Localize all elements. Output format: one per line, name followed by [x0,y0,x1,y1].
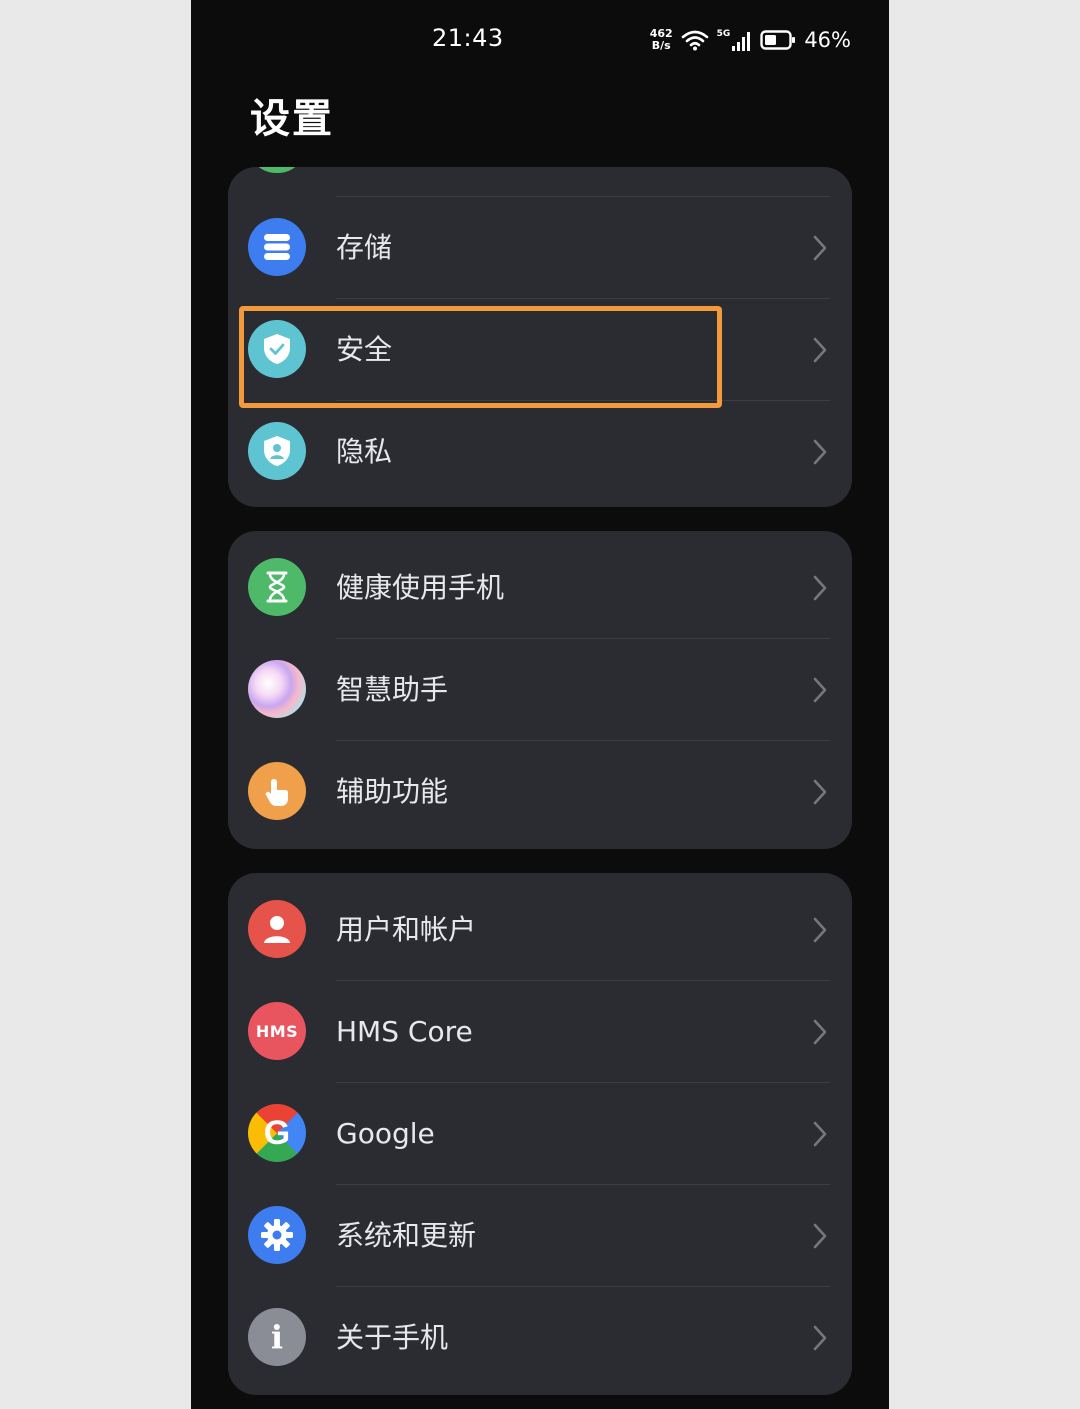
chevron-right-icon [813,337,827,363]
settings-item-label: 辅助功能 [336,775,449,808]
settings-item-about-phone[interactable]: i 关于手机 [228,1287,852,1389]
gear-icon [248,1206,306,1264]
google-icon: G [248,1104,306,1162]
settings-item-label: 关于手机 [336,1321,449,1354]
settings-item-label: 系统和更新 [336,1219,477,1252]
security-shield-icon [248,320,306,378]
user-icon [248,900,306,958]
signal-bars-icon [732,32,751,51]
status-time: 21:43 [432,24,504,52]
settings-item-label: 用户和帐户 [336,913,477,946]
settings-group-1: 存储 安全 隐私 [228,167,852,507]
settings-item-accessibility[interactable]: 辅助功能 [228,741,852,843]
partial-green-icon [248,167,306,173]
settings-item-label: 智慧助手 [336,673,449,706]
chevron-right-icon [813,677,827,703]
chevron-right-icon [813,235,827,261]
settings-group-3: 用户和帐户 HMS HMS Core G Google 系统和更新 i 关于手机 [228,873,852,1395]
network-speed-unit: B/s [651,39,671,52]
google-icon-letter: G [263,1113,291,1152]
status-bar: 21:43 462 B/s 5G 46% [191,0,889,80]
network-speed: 462 B/s [650,28,673,52]
cellular-signal: 5G [717,29,753,51]
settings-item-digital-balance[interactable]: 健康使用手机 [228,537,852,639]
chevron-right-icon [813,1019,827,1045]
battery-percent: 46% [804,28,851,52]
info-icon-letter: i [270,1318,284,1356]
battery-icon [760,30,796,50]
phone-screen: 21:43 462 B/s 5G 46% 设置 存储 安全 隐私 健康使用手机 … [191,0,889,1409]
chevron-right-icon [813,439,827,465]
settings-item-label: Google [336,1117,435,1150]
settings-item-label: 隐私 [336,435,393,468]
info-icon: i [248,1308,306,1366]
chevron-right-icon [813,1325,827,1351]
settings-item-smart-assistant[interactable]: 智慧助手 [228,639,852,741]
partial-row-above [228,167,852,197]
hourglass-icon [248,558,306,616]
chevron-right-icon [813,1223,827,1249]
chevron-right-icon [813,575,827,601]
settings-item-system-updates[interactable]: 系统和更新 [228,1185,852,1287]
status-icons: 462 B/s 5G 46% [650,24,851,56]
assistant-orb-icon [248,660,306,718]
settings-item-users-accounts[interactable]: 用户和帐户 [228,879,852,981]
storage-icon [248,218,306,276]
page-title: 设置 [250,96,334,142]
settings-item-security[interactable]: 安全 [228,299,852,401]
chevron-right-icon [813,1121,827,1147]
settings-item-storage[interactable]: 存储 [228,197,852,299]
settings-item-label: 健康使用手机 [336,571,505,604]
settings-item-label: 安全 [336,333,393,366]
privacy-shield-icon [248,422,306,480]
hms-icon: HMS [248,1002,306,1060]
signal-tag: 5G [716,29,731,39]
settings-item-privacy[interactable]: 隐私 [228,401,852,503]
chevron-right-icon [813,779,827,805]
settings-item-label: HMS Core [336,1015,473,1048]
hms-icon-text: HMS [255,1021,299,1041]
hand-tap-icon [248,762,306,820]
settings-item-google[interactable]: G Google [228,1083,852,1185]
chevron-right-icon [813,917,827,943]
settings-item-hms-core[interactable]: HMS HMS Core [228,981,852,1083]
settings-item-label: 存储 [336,231,393,264]
settings-group-2: 健康使用手机 智慧助手 辅助功能 [228,531,852,849]
wifi-icon [681,30,708,51]
